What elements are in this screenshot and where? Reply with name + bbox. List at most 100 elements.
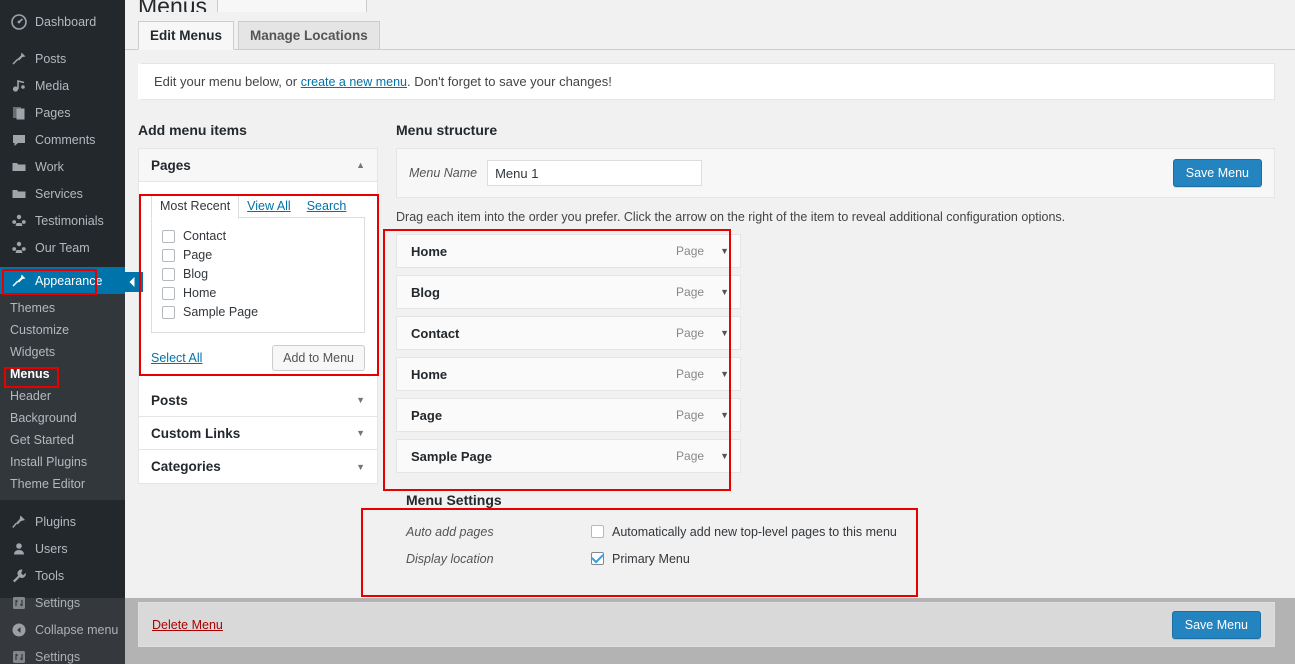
page-checkbox-item[interactable]: Page [162, 246, 354, 264]
menu-item-row[interactable]: Home Page ▼ [396, 357, 741, 391]
accordion-header-custom-links[interactable]: Custom Links ▼ [139, 417, 377, 450]
menu-item-row[interactable]: Page Page ▼ [396, 398, 741, 432]
pages-tab-label: Search [306, 199, 347, 213]
sidebar-item-label: Tools [35, 568, 65, 583]
people-icon [10, 212, 28, 230]
checkbox-auto-add-pages[interactable] [591, 525, 604, 538]
auto-add-pages-label: Auto add pages [406, 524, 494, 539]
display-location-row: Display location Primary Menu [406, 545, 926, 572]
sidebar-subitem-get-started[interactable]: Get Started [0, 429, 125, 451]
sidebar-item-comments[interactable]: Comments [0, 126, 125, 153]
sidebar-item-users[interactable]: Users [0, 535, 125, 562]
accordion-header-pages[interactable]: Pages ▲ [139, 149, 377, 182]
notice-text-after: . Don't forget to save your changes! [407, 74, 612, 89]
checkbox-label: Primary Menu [612, 551, 690, 566]
sidebar-item-plugins[interactable]: Plugins [0, 508, 125, 535]
sidebar-item-label: Users [35, 541, 68, 556]
checkbox-page[interactable] [162, 248, 175, 262]
auto-add-pages-control[interactable]: Automatically add new top-level pages to… [591, 525, 897, 539]
accordion-header-posts[interactable]: Posts ▼ [139, 384, 377, 417]
save-menu-button-bottom[interactable]: Save Menu [1171, 610, 1261, 639]
sidebar-item-dashboard[interactable]: Dashboard [0, 8, 125, 35]
sidebar-subitem-background[interactable]: Background [0, 407, 125, 429]
sidebar-subitem-themes[interactable]: Themes [0, 297, 125, 319]
menu-item-meta: Page ▼ [676, 285, 729, 299]
menu-item-type: Page [676, 244, 705, 258]
menu-item-row[interactable]: Sample Page Page ▼ [396, 439, 741, 473]
sidebar-subitem-widgets[interactable]: Widgets [0, 341, 125, 363]
sidebar-item-pages[interactable]: Pages [0, 99, 125, 126]
menu-item-row[interactable]: Contact Page ▼ [396, 316, 741, 350]
chevron-down-icon[interactable]: ▼ [720, 328, 729, 338]
page-checkbox-item[interactable]: Blog [162, 265, 354, 283]
page-header-button[interactable] [217, 0, 368, 12]
page-checkbox-item[interactable]: Sample Page [162, 303, 354, 321]
dashboard-icon [10, 13, 28, 31]
sidebar-subitem-menus[interactable]: Menus [0, 363, 125, 385]
page-checkbox-item[interactable]: Contact [162, 227, 354, 245]
pages-tab-most-recent[interactable]: Most Recent [151, 194, 240, 219]
chevron-down-icon[interactable]: ▼ [720, 287, 729, 297]
sidebar-item-label: Dashboard [35, 14, 97, 29]
menu-item-meta: Page ▼ [676, 449, 729, 463]
auto-add-pages-row: Auto add pages Automatically add new top… [406, 518, 926, 545]
sidebar-item-label: Appearance [35, 273, 103, 288]
add-to-menu-button[interactable]: Add to Menu [272, 345, 365, 371]
media-icon [10, 77, 28, 95]
admin-sidebar: Dashboard Posts Media Pages Comments Wor… [0, 0, 125, 664]
select-all-link[interactable]: Select All [151, 351, 202, 365]
chevron-down-icon[interactable]: ▼ [720, 451, 729, 461]
sidebar-item-work[interactable]: Work [0, 153, 125, 180]
menu-item-row[interactable]: Blog Page ▼ [396, 275, 741, 309]
menu-tabs: Edit Menus Manage Locations [125, 18, 1295, 50]
menu-name-input[interactable] [487, 160, 703, 186]
checkbox-contact[interactable] [162, 229, 175, 243]
display-location-control[interactable]: Primary Menu [591, 552, 690, 566]
menu-items-list: Home Page ▼ Blog Page ▼ Contact Page ▼ H… [396, 234, 741, 473]
delete-menu-link[interactable]: Delete Menu [152, 618, 223, 632]
chevron-down-icon[interactable]: ▼ [720, 369, 729, 379]
accordion-header-categories[interactable]: Categories ▼ [139, 450, 377, 483]
pages-tab-view-all[interactable]: View All [239, 195, 299, 218]
menu-name-bar: Menu Name Save Menu [396, 148, 1275, 198]
sidebar-item-services[interactable]: Services [0, 180, 125, 207]
tab-edit-menus[interactable]: Edit Menus [138, 21, 235, 50]
sidebar-item-label: Comments [35, 132, 96, 147]
accordion-label: Pages [151, 157, 191, 173]
page-checkbox-item[interactable]: Home [162, 284, 354, 302]
chevron-down-icon: ▼ [356, 461, 365, 472]
menu-item-title: Home [411, 366, 448, 382]
sidebar-subitem-theme-editor[interactable]: Theme Editor [0, 473, 125, 495]
menu-settings-heading: Menu Settings [406, 492, 502, 508]
sidebar-item-label: Plugins [35, 514, 76, 529]
sidebar-subitem-install-plugins[interactable]: Install Plugins [0, 451, 125, 473]
sidebar-item-appearance[interactable]: Appearance [0, 267, 125, 294]
sidebar-subitem-label: Background [10, 411, 77, 425]
wordpress-admin-screen: Dashboard Posts Media Pages Comments Wor… [0, 0, 1295, 664]
menu-item-row[interactable]: Home Page ▼ [396, 234, 741, 268]
checkbox-blog[interactable] [162, 267, 175, 281]
checkbox-primary-menu[interactable] [591, 552, 604, 565]
pages-icon [10, 104, 28, 122]
sidebar-item-testimonials[interactable]: Testimonials [0, 207, 125, 234]
pages-tab-search[interactable]: Search [299, 195, 355, 218]
sidebar-item-label: Testimonials [35, 213, 104, 228]
menu-item-meta: Page ▼ [676, 367, 729, 381]
sidebar-item-media[interactable]: Media [0, 72, 125, 99]
sidebar-subitem-header[interactable]: Header [0, 385, 125, 407]
chevron-down-icon[interactable]: ▼ [720, 410, 729, 420]
chevron-up-icon: ▲ [356, 160, 365, 170]
checkbox-label: Sample Page [183, 305, 259, 319]
save-menu-button-top[interactable]: Save Menu [1172, 159, 1262, 187]
sidebar-item-tools[interactable]: Tools [0, 562, 125, 589]
sidebar-subitem-customize[interactable]: Customize [0, 319, 125, 341]
checkbox-home[interactable] [162, 286, 175, 300]
tab-manage-locations[interactable]: Manage Locations [238, 21, 380, 50]
sidebar-item-our-team[interactable]: Our Team [0, 234, 125, 261]
checkbox-sample-page[interactable] [162, 305, 175, 319]
sidebar-item-posts[interactable]: Posts [0, 45, 125, 72]
pages-tab-label: Most Recent [160, 199, 231, 213]
chevron-down-icon[interactable]: ▼ [720, 246, 729, 256]
accordion: Pages ▲ Most Recent View All Search Cont… [138, 148, 378, 484]
create-new-menu-link[interactable]: create a new menu [301, 75, 407, 89]
